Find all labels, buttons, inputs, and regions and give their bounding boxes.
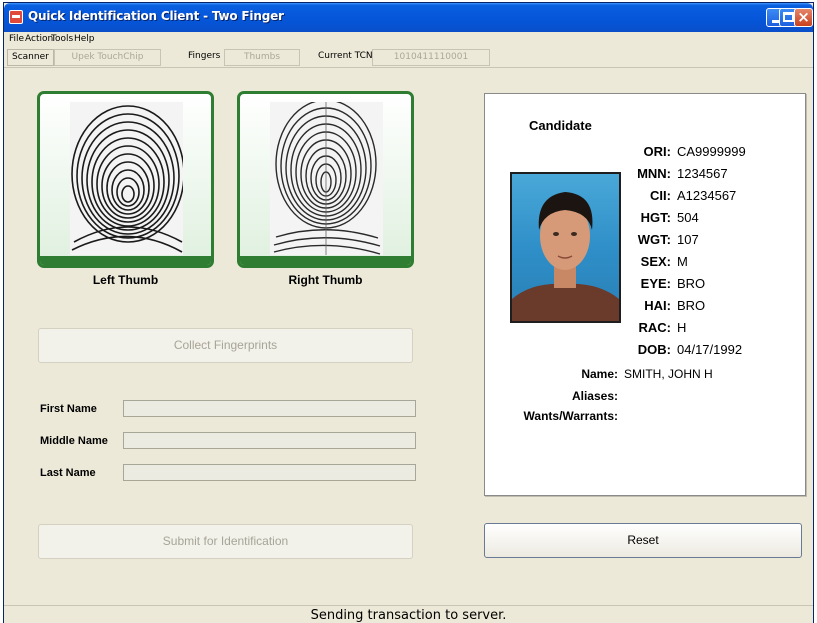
info-eye: EYE: BRO xyxy=(621,276,706,291)
cii-key: CII: xyxy=(650,188,671,203)
right-thumb-card-bottom xyxy=(240,256,411,265)
middle-name-field[interactable] xyxy=(123,432,416,449)
maximize-icon xyxy=(783,12,794,22)
candidate-panel: Candidate ORI: CA9999999 MNN: 1234567 CII:… xyxy=(484,93,806,496)
dob-value: 04/17/1992 xyxy=(677,342,743,357)
right-thumb-image xyxy=(270,102,383,255)
info-ori: ORI: CA9999999 xyxy=(621,144,746,159)
sex-key: SEX: xyxy=(640,254,671,269)
info-cii: CII: A1234567 xyxy=(621,188,736,203)
app-icon xyxy=(9,10,23,24)
left-thumb-card-bottom xyxy=(40,256,211,265)
fingerprint-icon xyxy=(71,105,183,253)
info-name: Name: SMITH, JOHN H xyxy=(505,366,713,381)
sex-value: M xyxy=(677,254,688,269)
mnn-key: MNN: xyxy=(637,166,671,181)
menu-action[interactable]: Action xyxy=(25,34,53,44)
rac-key: RAC: xyxy=(638,320,672,335)
left-thumb-image xyxy=(70,102,183,255)
info-rac: RAC: H xyxy=(621,320,687,335)
window-title: Quick Identification Client - Two Finger xyxy=(28,9,284,23)
name-value: SMITH, JOHN H xyxy=(624,367,713,381)
first-name-field[interactable] xyxy=(123,400,416,417)
candidate-photo xyxy=(510,172,621,323)
info-dob: DOB: 04/17/1992 xyxy=(621,342,742,357)
mnn-value: 1234567 xyxy=(677,166,728,181)
ori-value: CA9999999 xyxy=(677,144,746,159)
left-thumb-print xyxy=(37,91,214,268)
info-sex: SEX: M xyxy=(621,254,688,269)
menu-tools[interactable]: Tools xyxy=(51,34,73,44)
left-thumb-label: Left Thumb xyxy=(92,273,159,287)
dob-key: DOB: xyxy=(637,342,671,357)
submit-identification-button[interactable]: Submit for Identification xyxy=(38,524,413,559)
close-button[interactable]: × xyxy=(794,8,813,27)
tcn-field: 1010411110001 xyxy=(372,49,490,66)
fingers-label: Fingers xyxy=(184,49,225,66)
middle-name-label: Middle Name xyxy=(40,435,108,447)
info-hgt: HGT: 504 xyxy=(621,210,699,225)
hgt-key: HGT: xyxy=(640,210,671,225)
info-warrants: Wants/Warrants: xyxy=(505,408,624,423)
collect-fingerprints-button[interactable]: Collect Fingerprints xyxy=(38,328,413,363)
name-key: Name: xyxy=(581,367,618,381)
title-bar[interactable]: Quick Identification Client - Two Finger… xyxy=(4,3,813,32)
last-name-label: Last Name xyxy=(40,467,96,479)
hgt-value: 504 xyxy=(677,210,699,225)
cii-value: A1234567 xyxy=(677,188,737,203)
rac-value: H xyxy=(677,320,687,335)
tcn-label: Current TCN xyxy=(314,49,377,66)
wgt-key: WGT: xyxy=(637,232,671,247)
fingerprint-icon xyxy=(273,102,381,255)
info-aliases: Aliases: xyxy=(505,388,624,403)
scanner-label: Scanner xyxy=(7,49,54,66)
minimize-icon xyxy=(772,20,779,23)
toolbar: Scanner Upek TouchChip Fingers Thumbs Cu… xyxy=(4,48,813,68)
eye-value: BRO xyxy=(677,276,706,291)
hai-value: BRO xyxy=(677,298,706,313)
close-icon: × xyxy=(797,8,810,26)
last-name-field[interactable] xyxy=(123,464,416,481)
reset-button[interactable]: Reset xyxy=(484,523,802,558)
ori-key: ORI: xyxy=(643,144,671,159)
app-window: Quick Identification Client - Two Finger… xyxy=(3,2,814,623)
info-wgt: WGT: 107 xyxy=(621,232,699,247)
first-name-label: First Name xyxy=(40,403,97,415)
info-mnn: MNN: 1234567 xyxy=(621,166,728,181)
right-thumb-label: Right Thumb xyxy=(288,273,363,287)
menu-file[interactable]: File xyxy=(9,34,24,44)
warrants-key: Wants/Warrants: xyxy=(523,409,618,423)
fingers-field: Thumbs xyxy=(224,49,300,66)
person-photo-icon xyxy=(512,192,619,321)
eye-key: EYE: xyxy=(640,276,671,291)
right-thumb-print xyxy=(237,91,414,268)
candidate-title: Candidate xyxy=(529,118,592,133)
aliases-key: Aliases: xyxy=(571,389,618,403)
info-hai: HAI: BRO xyxy=(621,298,705,313)
wgt-value: 107 xyxy=(677,232,699,247)
hai-key: HAI: xyxy=(644,298,671,313)
scanner-field: Upek TouchChip xyxy=(54,49,161,66)
status-bar: Sending transaction to server. xyxy=(4,605,813,623)
menu-help[interactable]: Help xyxy=(74,34,95,44)
menu-bar: File Action Tools Help xyxy=(4,32,813,48)
